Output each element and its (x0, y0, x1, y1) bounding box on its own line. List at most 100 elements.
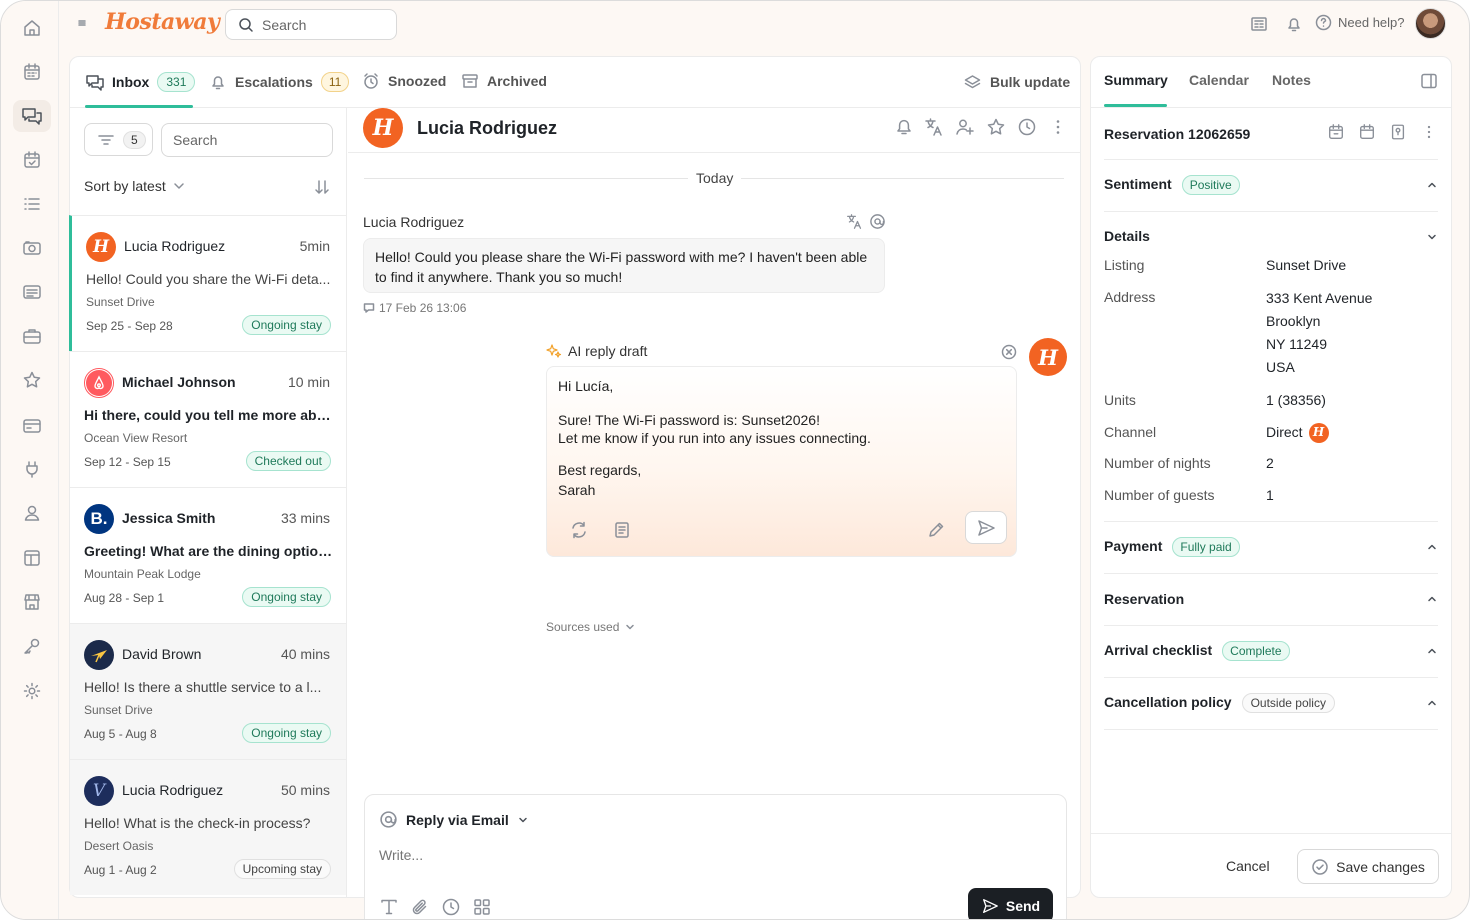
newspaper-icon[interactable] (1250, 15, 1268, 33)
panel-collapse-icon[interactable] (1420, 72, 1438, 90)
save-changes-button[interactable]: Save changes (1297, 849, 1439, 884)
tab-snoozed[interactable]: Snoozed (362, 72, 446, 90)
filter-count: 5 (123, 130, 146, 149)
list-item[interactable]: V Lucia Rodriguez 50 mins Hello! What is… (70, 759, 346, 895)
door-code-icon[interactable] (1389, 123, 1407, 141)
regenerate-icon[interactable] (569, 520, 589, 540)
bell-icon[interactable] (1285, 15, 1303, 33)
ai-draft-box[interactable]: Hi Lucía, Sure! The Wi-Fi password is: S… (546, 366, 1017, 557)
tab-calendar[interactable]: Calendar (1189, 72, 1249, 88)
property-name: Ocean View Resort (84, 431, 188, 445)
stay-dates: Sep 25 - Sep 28 (86, 319, 173, 333)
translate-icon[interactable] (924, 117, 944, 137)
document-icon[interactable] (612, 520, 632, 540)
calendar-icon[interactable] (1358, 123, 1376, 141)
calendar-sync-icon[interactable] (1327, 123, 1345, 141)
channel-value: Direct H (1266, 421, 1329, 444)
key-icon[interactable] (13, 630, 51, 662)
chevron-up-icon (1428, 596, 1436, 602)
layers-icon (964, 75, 981, 89)
briefcase-icon[interactable] (13, 320, 51, 352)
arrival-checklist-section[interactable]: Arrival checklist Complete (1104, 626, 1438, 678)
panel-footer: Cancel Save changes (1091, 833, 1451, 897)
tab-escalations[interactable]: Escalations 11 (209, 72, 350, 92)
avatar[interactable] (1415, 8, 1446, 39)
filter-button[interactable]: 5 (84, 123, 153, 156)
menu-icon[interactable] (77, 18, 87, 28)
cancel-button[interactable]: Cancel (1226, 858, 1270, 874)
plug-icon[interactable] (13, 453, 51, 485)
cancellation-policy-section[interactable]: Cancellation policy Outside policy (1104, 678, 1438, 730)
conversation-list: 5 Search Sort by latest H Lucia Rodrigue… (69, 108, 347, 898)
top-bar: Hostaway Search Need help? (59, 1, 1469, 47)
calendar-check-icon[interactable] (13, 144, 51, 176)
calendar-icon[interactable] (13, 56, 51, 88)
list-icon[interactable] (13, 188, 51, 220)
message-preview: Greeting! What are the dining option... (84, 543, 334, 559)
payment-badge: Fully paid (1172, 537, 1240, 558)
snooze-clock-icon[interactable] (1017, 117, 1037, 137)
help-link[interactable]: Need help? (1315, 14, 1405, 31)
camera-icon[interactable] (13, 232, 51, 264)
bell-icon[interactable] (894, 117, 914, 137)
guests-label: Number of guests (1104, 487, 1215, 503)
clock-icon[interactable] (441, 897, 461, 917)
global-search[interactable]: Search (225, 9, 397, 40)
chevron-down-icon[interactable] (1426, 231, 1438, 243)
more-options-icon[interactable] (1048, 117, 1068, 137)
sources-used-toggle[interactable]: Sources used (546, 620, 635, 634)
stay-dates: Aug 28 - Sep 1 (84, 591, 165, 605)
reply-channel-dropdown[interactable]: Reply via Email (379, 810, 529, 829)
layout-icon[interactable] (13, 542, 51, 574)
sort-dropdown[interactable]: Sort by latest (84, 178, 186, 194)
bulk-update-button[interactable]: Bulk update (963, 73, 1070, 91)
tab-summary[interactable]: Summary (1104, 72, 1168, 88)
invoice-icon[interactable] (13, 276, 51, 308)
list-item[interactable]: B. Jessica Smith 33 mins Greeting! What … (70, 487, 346, 623)
text-format-icon[interactable] (379, 897, 399, 917)
reservation-section[interactable]: Reservation (1104, 574, 1438, 626)
stay-dates: Sep 12 - Sep 15 (84, 455, 171, 469)
home-icon[interactable] (13, 12, 51, 44)
message-preview: Hi there, could you tell me more abo... (84, 407, 334, 423)
archive-icon (462, 74, 478, 88)
star-icon[interactable] (13, 364, 51, 396)
gear-icon[interactable] (13, 675, 51, 707)
mention-icon[interactable] (869, 213, 886, 230)
templates-grid-icon[interactable] (472, 897, 492, 917)
list-item[interactable]: David Brown 40 mins Hello! Is there a sh… (70, 623, 346, 759)
edit-pencil-icon[interactable] (926, 520, 946, 540)
tab-snoozed-label: Snoozed (388, 73, 447, 89)
send-button[interactable]: Send (968, 888, 1053, 919)
translate-icon[interactable] (846, 213, 863, 230)
alarm-clock-icon (364, 73, 378, 89)
paperclip-icon[interactable] (410, 897, 430, 917)
conversation-search-input[interactable]: Search (161, 123, 333, 157)
payment-title: Payment (1104, 538, 1163, 554)
payment-section[interactable]: Payment Fully paid (1104, 522, 1438, 574)
nights-label: Number of nights (1104, 455, 1211, 471)
user-icon[interactable] (13, 497, 51, 529)
tab-notes[interactable]: Notes (1272, 72, 1311, 88)
send-icon (982, 898, 998, 913)
card-icon[interactable] (13, 410, 51, 442)
bell-icon (212, 76, 224, 90)
send-draft-button[interactable] (965, 511, 1007, 544)
message-timestamp: 17 Feb 26 13:06 (363, 301, 466, 315)
star-icon[interactable] (986, 117, 1006, 137)
more-options-icon[interactable] (1420, 123, 1438, 141)
sentiment-badge: Positive (1181, 175, 1240, 196)
stay-dates: Aug 1 - Aug 2 (84, 863, 157, 877)
list-item[interactable]: H Lucia Rodriguez 5min Hello! Could you … (69, 215, 346, 351)
tab-archived[interactable]: Archived (461, 72, 547, 90)
close-icon[interactable] (1001, 344, 1017, 360)
list-item[interactable]: Michael Johnson 10 min Hi there, could y… (70, 351, 346, 487)
chat-icon[interactable] (13, 100, 51, 132)
assign-user-icon[interactable] (955, 117, 975, 137)
reply-text-input[interactable] (379, 847, 979, 863)
reply-composer: Reply via Email Send (364, 794, 1067, 919)
sentiment-section[interactable]: Sentiment Positive (1104, 160, 1438, 212)
sort-direction-icon[interactable] (313, 178, 331, 196)
tab-inbox[interactable]: Inbox 331 (85, 72, 196, 92)
shop-icon[interactable] (13, 586, 51, 618)
